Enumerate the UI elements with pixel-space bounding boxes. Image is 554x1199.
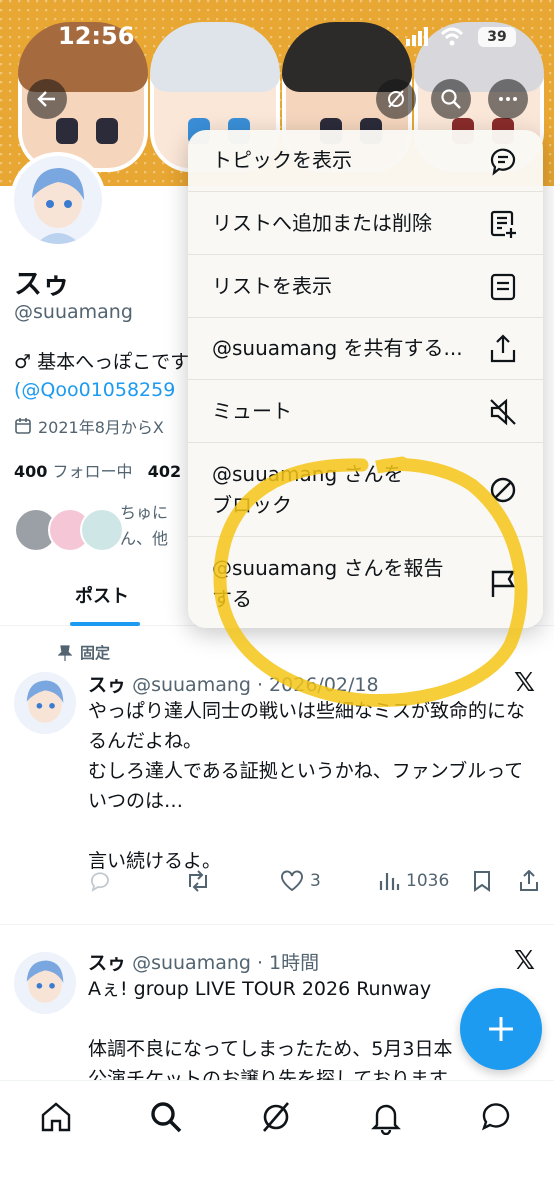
tab-posts[interactable]: ポスト (75, 582, 129, 608)
menu-item-label: ミュート (212, 399, 292, 423)
heart-icon (281, 870, 303, 892)
repost-button[interactable] (185, 870, 211, 892)
battery-indicator: 39 (478, 27, 516, 47)
list-icon (490, 273, 516, 301)
plus-icon (489, 1017, 513, 1041)
tweet-header: スゥ @suuamang · 1時間 (88, 948, 319, 975)
views-count: 1036 (406, 871, 450, 891)
menu-item-label: @suuamang さんを報告 する (212, 556, 444, 611)
block-icon (490, 477, 516, 503)
join-date-text: 2021年8月からX (38, 418, 164, 437)
share-button[interactable] (518, 870, 540, 892)
reply-icon (91, 872, 109, 892)
status-time: 12:56 (58, 22, 135, 50)
search-icon (441, 89, 461, 109)
like-count: 3 (310, 871, 321, 891)
more-icon (499, 97, 517, 101)
menu-item-show-topics[interactable]: トピックを表示 (188, 130, 543, 192)
menu-item-label: リストを表示 (212, 274, 332, 298)
tweet-avatar[interactable] (14, 672, 76, 734)
search-nav-icon[interactable] (148, 1099, 184, 1135)
menu-item-report[interactable]: @suuamang さんを報告 する (188, 537, 543, 628)
profile-bio: ♂ 基本へっぽこです (@Qoo01058259 (14, 348, 189, 404)
tweet-header: スゥ @suuamang · 2026/02/18 (88, 670, 379, 697)
list-add-icon (490, 210, 516, 238)
pinned-text: 固定 (80, 644, 111, 662)
menu-item-label: リストへ追加または削除 (212, 211, 432, 235)
mute-icon (490, 398, 516, 426)
back-arrow-icon (37, 91, 55, 107)
tweet-text: やっぱり達人同士の戦いは些細なミスが致命的になるんだよね。 むしろ達人である証拠… (88, 700, 526, 872)
bio-text: ♂ 基本へっぽこです (14, 351, 190, 373)
home-icon[interactable] (38, 1099, 74, 1135)
topic-icon (490, 148, 516, 176)
bio-link[interactable]: (@Qoo01058259 (14, 376, 189, 404)
pinned-label: 固定 (58, 642, 110, 663)
follower-avatar (80, 508, 124, 552)
bottom-nav (0, 1080, 554, 1199)
x-logo-icon: 𝕏 (514, 946, 535, 976)
more-button[interactable] (488, 79, 528, 119)
menu-item-label: @suuamang を共有する... (212, 336, 463, 360)
messages-icon[interactable] (478, 1099, 514, 1135)
share-icon (520, 870, 538, 891)
calendar-icon (15, 418, 31, 434)
pin-icon (58, 644, 72, 661)
repost-icon (189, 870, 207, 892)
bookmark-button[interactable] (472, 870, 492, 892)
profile-stats: 400 フォロー中 402 (14, 458, 181, 482)
followed-by-text[interactable]: ちゅに ん、他 (120, 500, 168, 552)
menu-item-share-profile[interactable]: @suuamang を共有する... (188, 318, 543, 380)
menu-item-view-lists[interactable]: リストを表示 (188, 255, 543, 318)
profile-name: スゥ (14, 267, 71, 300)
tweet-meta: @suuamang · 2026/02/18 (132, 674, 379, 696)
grok-icon (388, 90, 404, 108)
tweet-actions: 3 1036 (88, 870, 543, 900)
views-icon (379, 873, 400, 890)
like-button[interactable]: 3 (280, 870, 321, 892)
share-icon (490, 334, 516, 363)
compose-button[interactable] (460, 988, 542, 1070)
status-bar: 12:56 39 (0, 0, 554, 60)
tweet-author-name[interactable]: スゥ (88, 952, 126, 974)
following-link[interactable]: 400 フォロー中 (14, 462, 133, 481)
avatar-illustration (14, 156, 102, 244)
bookmark-icon (474, 871, 490, 892)
notifications-icon[interactable] (368, 1099, 404, 1135)
x-logo-icon: 𝕏 (514, 668, 535, 698)
following-count: 400 (14, 462, 48, 481)
grok-button[interactable] (376, 79, 416, 119)
back-button[interactable] (27, 79, 67, 119)
avatar-illustration (14, 672, 76, 734)
join-date: 2021年8月からX (14, 414, 164, 438)
menu-item-block[interactable]: @suuamang さんを ブロック (188, 443, 543, 537)
menu-item-add-remove-list[interactable]: リストへ追加または削除 (188, 192, 543, 255)
menu-item-label: @suuamang さんを ブロック (212, 462, 404, 517)
avatar-illustration (14, 952, 76, 1014)
profile-overflow-menu: トピックを表示 リストへ追加または削除 リストを表示 @suuamang を共有… (188, 130, 543, 628)
grok-nav-icon[interactable] (258, 1099, 294, 1135)
menu-item-mute[interactable]: ミュート (188, 380, 543, 443)
profile-avatar[interactable] (10, 152, 106, 248)
views-button[interactable]: 1036 (378, 870, 449, 892)
search-button[interactable] (431, 79, 471, 119)
following-label: フォロー中 (52, 462, 133, 481)
reply-button[interactable] (88, 870, 112, 892)
followed-by-line1: ちゅに (120, 503, 169, 522)
flag-icon (491, 570, 516, 597)
tweet-author-name[interactable]: スゥ (88, 674, 126, 696)
tweet-divider (0, 924, 554, 925)
profile-handle: @suuamang (14, 301, 133, 323)
tweet-meta: @suuamang · 1時間 (132, 952, 320, 974)
followed-by-line2: ん、他 (120, 529, 169, 548)
signal-wifi-icon (406, 27, 464, 46)
followers-count[interactable]: 402 (148, 462, 181, 481)
menu-item-label: トピックを表示 (212, 148, 352, 172)
tweet-avatar[interactable] (14, 952, 76, 1014)
tab-active-indicator (70, 622, 140, 626)
